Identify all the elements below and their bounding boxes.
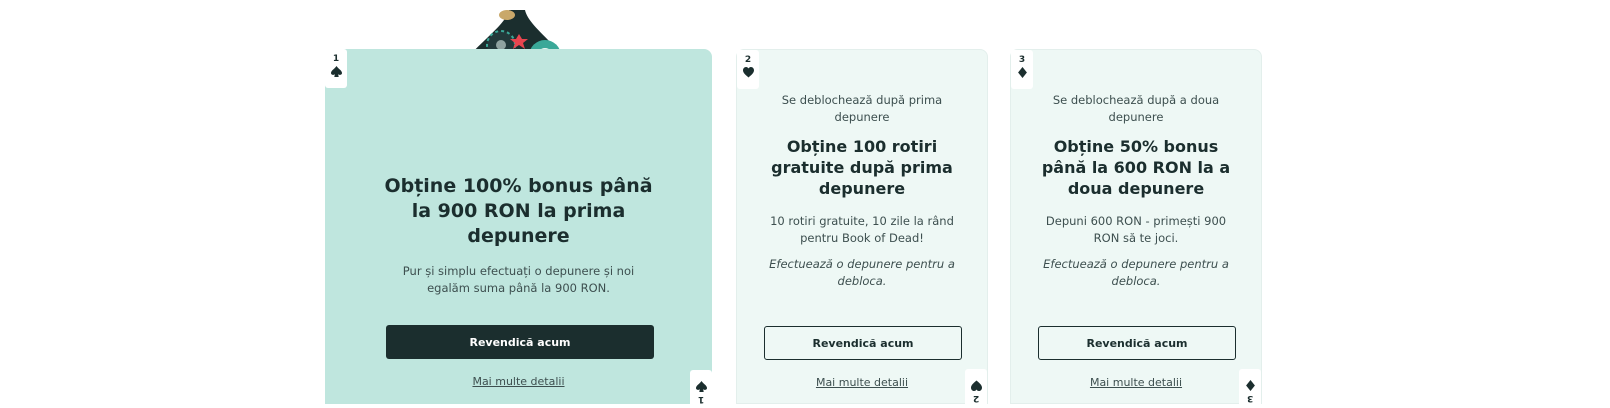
heart-icon: [742, 67, 754, 78]
bonus-description: Pur și simplu efectuați o depunere și no…: [402, 264, 635, 295]
claim-button[interactable]: Revendică acum: [764, 326, 962, 360]
spade-icon: [330, 66, 342, 77]
unlock-condition: Se deblochează după prima depunere: [781, 93, 943, 124]
card-corner-top: 3: [1011, 50, 1033, 89]
more-details-link[interactable]: Mai multe detalii: [325, 375, 712, 388]
card-rank: 1: [332, 54, 340, 64]
heart-icon: [970, 380, 982, 391]
card-corner-top: 1: [325, 49, 347, 88]
bonus-card-1: 1 Obține 100% bonus până la 900 RON la p…: [325, 49, 712, 408]
card-content: Obține 100% bonus până la 900 RON la pri…: [325, 174, 712, 297]
card-rank: 1: [697, 394, 705, 404]
card-content: Se deblochează după a doua depunere Obți…: [1011, 92, 1261, 290]
diamond-icon: [1245, 380, 1255, 391]
bonus-description: Depuni 600 RON - primești 900 RON să te …: [1045, 214, 1227, 245]
unlock-condition: Se deblochează după a doua depunere: [1052, 93, 1220, 124]
card-rank: 2: [972, 393, 980, 403]
card-rank: 3: [1246, 393, 1254, 403]
unlock-note: Efectuează o depunere pentru a debloca.: [1043, 257, 1229, 288]
card-content: Se deblochează după prima depunere Obțin…: [737, 92, 987, 290]
bonus-title: Obține 100% bonus până la 900 RON la pri…: [384, 175, 653, 247]
bonus-card-2: 2 Se deblochează după prima depunere Obț…: [736, 49, 988, 407]
spade-icon: [695, 381, 707, 392]
bonus-card-3: 3 Se deblochează după a doua depunere Ob…: [1010, 49, 1262, 407]
card-corner-bottom: 3: [1239, 369, 1261, 407]
card-rank: 2: [744, 55, 752, 65]
unlock-note: Efectuează o depunere pentru a debloca.: [769, 257, 955, 288]
bonus-description: 10 rotiri gratuite, 10 zile la rând pent…: [770, 214, 954, 245]
diamond-icon: [1017, 67, 1027, 78]
card-corner-bottom: 1: [690, 370, 712, 408]
claim-button[interactable]: Revendică acum: [1038, 326, 1236, 360]
more-details-link[interactable]: Mai multe detalii: [1011, 376, 1261, 389]
bonus-title: Obține 100 rotiri gratuite după prima de…: [771, 137, 953, 198]
bonus-title: Obține 50% bonus până la 600 RON la a do…: [1041, 137, 1231, 198]
claim-button[interactable]: Revendică acum: [386, 325, 654, 359]
card-rank: 3: [1018, 55, 1026, 65]
card-corner-bottom: 2: [965, 369, 987, 407]
card-corner-top: 2: [737, 50, 759, 89]
more-details-link[interactable]: Mai multe detalii: [737, 376, 987, 389]
